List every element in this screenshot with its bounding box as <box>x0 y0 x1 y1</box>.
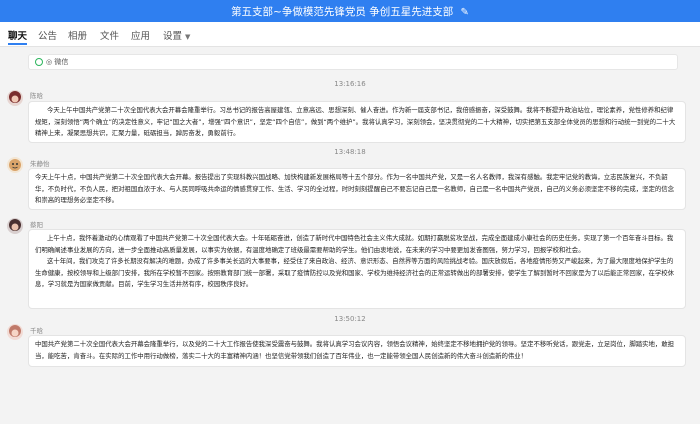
edit-title-icon[interactable]: ✎ <box>461 7 469 18</box>
tab-announcement-label: 公告 <box>38 31 58 42</box>
message-text: 上午十点，我怀着激动的心情观看了中国共产党第二十次全国代表大会。十年砥砺奋进，创… <box>35 234 674 254</box>
tab-files[interactable]: 文件 <box>100 28 119 42</box>
tab-album-label: 相册 <box>68 31 88 42</box>
tab-chat[interactable]: 聊天 <box>8 28 28 45</box>
sender-name: 千晗 <box>30 327 43 335</box>
notice-text: ◎ 微信 <box>46 58 69 66</box>
chevron-down-icon: ▼ <box>185 33 191 41</box>
tab-announcement[interactable]: 公告 <box>38 28 57 42</box>
title-bar: 第五支部~争做模范先锋党员 争创五星先进支部 ✎ <box>0 0 700 22</box>
avatar-image <box>7 157 23 173</box>
message-text: 中国共产党第二十次全国代表大会开幕会隆重举行，以及党的二十大工作报告使我深受震奋… <box>35 340 675 360</box>
message-timestamp: 13:16:16 <box>334 80 366 88</box>
avatar[interactable] <box>7 90 23 106</box>
tab-settings-label: 设置 <box>163 31 183 42</box>
avatar[interactable] <box>7 324 23 340</box>
tab-files-label: 文件 <box>100 31 120 42</box>
tab-bar: 聊天 公告 相册 文件 应用 设置 ▼ <box>0 22 700 47</box>
tab-album[interactable]: 相册 <box>68 28 87 42</box>
tab-apps-label: 应用 <box>131 31 151 42</box>
avatar-image <box>7 90 23 106</box>
group-title-text: 第五支部~争做模范先锋党员 争创五星先进支部 <box>231 6 454 18</box>
message-bubble[interactable]: 今天上午十点，中国共产党第二十次全国代表大会开幕。报告提出了实现科教兴国战略、加… <box>28 168 686 210</box>
message-bubble[interactable]: 上午十点，我怀着激动的心情观看了中国共产党第二十次全国代表大会。十年砥砺奋进，创… <box>28 229 686 309</box>
message-text: 这十年间，我们攻克了许多长期没有解决的难题，办成了许多事关长远的大事要事，经受住… <box>35 257 675 288</box>
message-bubble[interactable]: 今天上午中国共产党第二十次全国代表大会开幕会隆重举行。习总书记的报告高屋建瓴、立… <box>28 101 686 143</box>
message-timestamp: 13:48:18 <box>334 148 366 156</box>
avatar-image <box>7 324 23 340</box>
tab-chat-label: 聊天 <box>8 31 28 42</box>
avatar[interactable] <box>7 218 23 234</box>
status-dot-icon <box>35 58 43 66</box>
tab-apps[interactable]: 应用 <box>131 28 150 42</box>
message-timestamp: 13:50:12 <box>334 315 366 323</box>
tab-settings[interactable]: 设置 ▼ <box>163 28 190 42</box>
notice-bar[interactable]: ◎ 微信 <box>28 54 678 70</box>
sender-name: 朱静怡 <box>30 160 50 168</box>
avatar[interactable] <box>7 157 23 173</box>
avatar-image <box>7 218 23 234</box>
message-text: 今天上午中国共产党第二十次全国代表大会开幕会隆重举行。习总书记的报告高屋建瓴、立… <box>35 106 676 137</box>
sender-name: 陈晗 <box>30 92 43 100</box>
sender-name: 蔡阳 <box>30 221 43 229</box>
group-title: 第五支部~争做模范先锋党员 争创五星先进支部 ✎ <box>0 4 700 19</box>
message-text: 今天上午十点，中国共产党第二十次全国代表大会开幕。报告提出了实现科教兴国战略、加… <box>35 173 675 204</box>
message-bubble[interactable]: 中国共产党第二十次全国代表大会开幕会隆重举行，以及党的二十大工作报告使我深受震奋… <box>28 335 686 367</box>
